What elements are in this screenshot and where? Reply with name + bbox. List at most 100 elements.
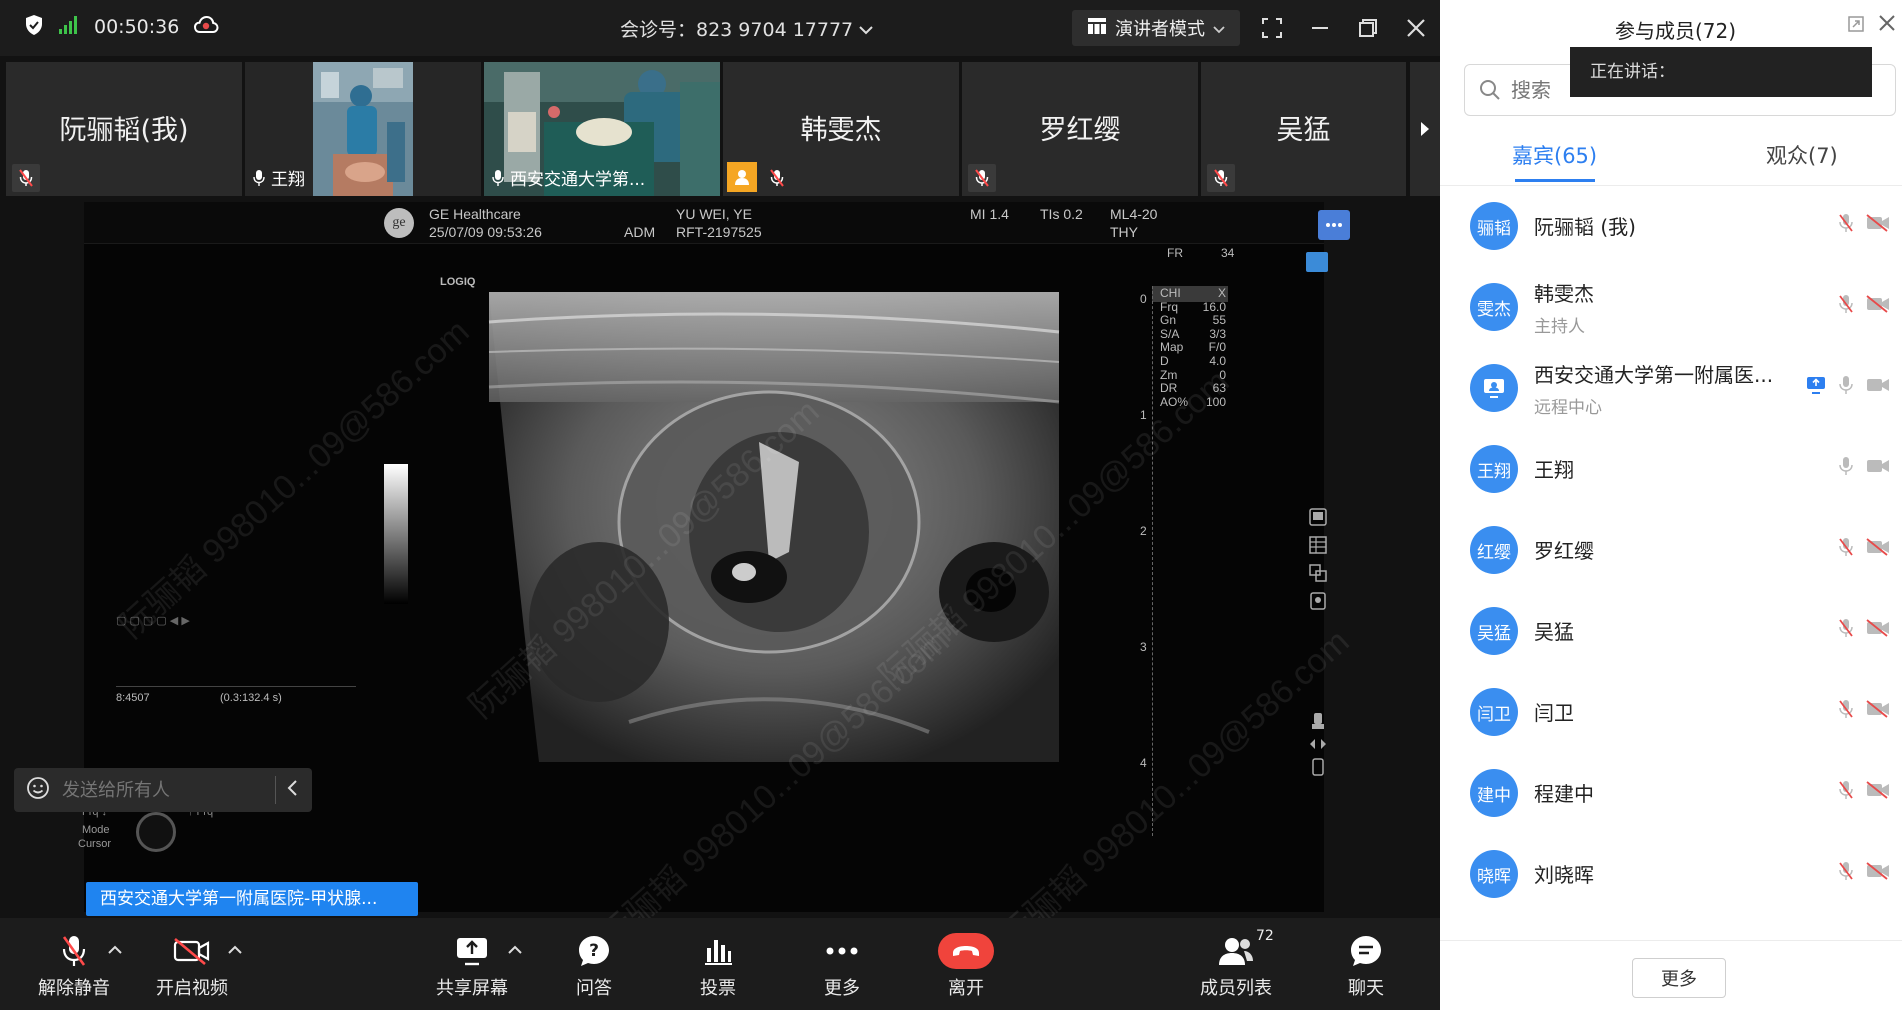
image-compare-icon [1309,564,1327,582]
table-icon [1309,536,1327,554]
search-icon [1480,80,1500,100]
watermark: 阮骊韬 998010...09@586.com [112,312,477,646]
vote-button[interactable]: 投票 [668,932,768,1000]
panel-close-button[interactable] [1878,14,1896,36]
param-value: 16.0 [1202,299,1226,314]
video-tile-self[interactable]: 阮骊韬(我) [6,62,242,196]
participant-role: 远程中心 [1534,398,1602,418]
muted-mic-icon [62,936,86,966]
chat-input[interactable] [62,779,262,801]
participant-row[interactable]: 王翔 王翔 [1440,428,1902,508]
mic-icon [1839,376,1853,394]
tab-guests[interactable]: 嘉宾(65) [1512,140,1597,170]
svg-text:?: ? [589,941,599,961]
param-key: CHI [1160,286,1181,300]
video-tile-xian-hospital[interactable]: 西安交通大学第... [484,62,720,196]
participant-row[interactable]: 骊韬 阮骊韬 (我) [1440,185,1902,265]
fullscreen-button[interactable] [1256,12,1288,44]
sharing-screen-icon [1807,377,1825,394]
video-off-icon [173,938,210,965]
participant-row[interactable]: 雯杰 韩雯杰 主持人 [1440,266,1902,346]
participant-row[interactable]: 吴猛 吴猛 [1440,590,1902,670]
audio-options-caret[interactable] [108,940,122,959]
param-key: Frq [1160,299,1178,314]
recording-cloud-icon[interactable] [193,15,219,39]
video-tile-hanwenjie[interactable]: 韩雯杰 [723,62,959,196]
param-value: 55 [1212,313,1226,328]
more-members-button[interactable]: 更多 [1632,958,1726,998]
participant-row[interactable]: 红缨 罗红缨 [1440,509,1902,589]
chevron-left-icon [287,780,297,796]
emoji-icon[interactable] [26,776,50,804]
participant-row[interactable]: 西安交通大学第一附属医... 远程中心 [1440,347,1902,427]
tile-label-text: 王翔 [271,170,305,190]
restore-button[interactable] [1352,12,1384,44]
more-button[interactable]: 更多 [792,932,892,1000]
members-list-button[interactable]: 72 成员列表 [1186,928,1286,1000]
param-key: S/A [1160,326,1180,341]
meeting-id-dropdown[interactable]: 会诊号：823 9704 17777 [620,15,873,42]
participant-row[interactable]: 闫卫 闫卫 [1440,671,1902,751]
share-screen-button[interactable]: 共享屏幕 [422,932,522,1000]
close-icon [1407,19,1425,37]
video-off-icon [1866,700,1889,718]
tile-label: 西安交通大学第... [492,165,645,190]
share-options-button[interactable] [1318,210,1350,240]
video-options-caret[interactable] [228,940,242,959]
leave-button[interactable]: 离开 [916,932,1016,1000]
strip-next-button[interactable] [1410,62,1440,196]
us-vendor: GE Healthcare [429,206,521,222]
tab-audience[interactable]: 观众(7) [1766,140,1838,170]
param-value: 100 [1205,394,1226,409]
param-key: Map [1160,340,1184,355]
video-tile-luohongying[interactable]: 罗红缨 [962,62,1198,196]
participant-row[interactable]: 晓晖 刘晓晖 [1440,833,1902,913]
members-icon [1219,938,1253,965]
us-operator: ADM [624,224,656,240]
presenter-mode-button[interactable]: 演讲者模式 [1072,10,1240,46]
video-off-icon [1866,781,1889,799]
host-badge-icon [727,162,757,192]
us-fr-label: FR [1167,246,1183,260]
question-bubble-icon: ? [579,936,609,966]
share-screen-icon [457,938,487,966]
ultrasound-nav-icons [1309,712,1327,802]
start-video-button[interactable]: 开启视频 [142,932,242,1000]
collapse-chat-button[interactable] [286,779,298,801]
param-key: AO% [1160,394,1189,409]
video-off-icon [1866,214,1889,232]
minimize-button[interactable] [1304,12,1336,44]
signal-strength-icon[interactable] [58,15,80,39]
video-tile-wangxiang[interactable]: 王翔 [245,62,481,196]
participant-status-icons [1838,699,1890,719]
speaking-indicator: 正在讲话： [1570,47,1872,97]
chat-button[interactable]: 聊天 [1316,932,1416,1000]
participant-role: 主持人 [1534,317,1585,337]
probe-icon [1312,713,1324,729]
video-tile-wumeng[interactable]: 吴猛 [1201,62,1406,196]
popout-button[interactable] [1848,16,1864,36]
video-icon [1867,460,1889,472]
security-shield-icon[interactable] [24,14,44,40]
video-off-icon [1866,295,1889,313]
qa-button[interactable]: ? 问答 [544,932,644,1000]
participant-status-icons [1838,861,1890,881]
video-icon [1867,379,1889,391]
participant-row[interactable]: 建中 程建中 [1440,752,1902,832]
ge-logo-icon: ge [384,208,414,238]
tab-underline [1515,179,1595,182]
fullscreen-icon [1262,18,1282,38]
vote-label: 投票 [700,978,736,999]
avatar: 红缨 [1470,526,1518,574]
depth-tick: 3 [1140,640,1147,654]
chevron-down-icon [859,18,873,40]
report-icon [1310,592,1326,610]
us-preset: THY [1110,224,1138,240]
avatar: 雯杰 [1470,283,1518,331]
close-button[interactable] [1400,12,1432,44]
us-fr-value: 34 [1221,246,1235,260]
tile-name: 韩雯杰 [800,115,882,146]
trackball-icon [136,812,176,852]
share-options-caret[interactable] [508,940,522,959]
param-key: Gn [1160,313,1177,328]
